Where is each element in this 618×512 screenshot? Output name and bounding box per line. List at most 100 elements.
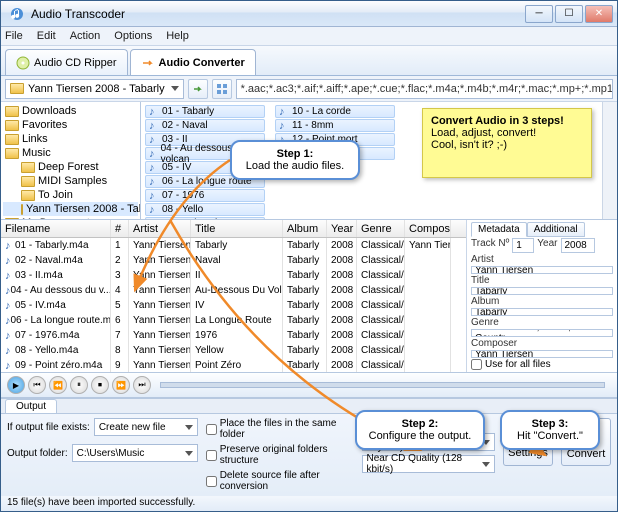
col-year[interactable]: Year: [327, 220, 357, 237]
table-row[interactable]: 01 - Tabarly.m4a1Yann TiersenTabarlyTaba…: [1, 238, 466, 253]
field-album[interactable]: Tabarly: [471, 308, 613, 316]
stop-button[interactable]: ⏹: [91, 376, 109, 394]
sticky-line2: Cool, isn't it? ;-): [431, 139, 507, 151]
folder-icon: [5, 120, 19, 131]
close-button[interactable]: ✕: [585, 5, 613, 23]
tree-deep-forest[interactable]: Deep Forest: [3, 160, 138, 174]
tab-metadata[interactable]: Metadata: [471, 222, 527, 237]
music-icon: [279, 120, 289, 132]
music-icon: [149, 176, 159, 188]
table-row[interactable]: 07 - 1976.m4a7Yann Tiersen1976Tabarly200…: [1, 328, 466, 343]
forward-button[interactable]: ⏩: [112, 376, 130, 394]
tree-downloads[interactable]: Downloads: [3, 104, 138, 118]
folder-icon: [5, 106, 19, 117]
tree-tojoin[interactable]: To Join: [3, 188, 138, 202]
tab-output[interactable]: Output: [5, 399, 57, 413]
label-artist: Artist: [471, 254, 613, 265]
folder-icon: [21, 204, 23, 215]
menu-action[interactable]: Action: [70, 30, 101, 42]
table-row[interactable]: 06 - La longue route.m4a6Yann TiersenLa …: [1, 313, 466, 328]
tree-links[interactable]: Links: [3, 132, 138, 146]
scrollbar[interactable]: [602, 102, 617, 219]
menu-options[interactable]: Options: [114, 30, 152, 42]
field-trackno[interactable]: 1: [512, 238, 534, 253]
window-title: Audio Transcoder: [31, 7, 525, 21]
next-button[interactable]: ⏭: [133, 376, 151, 394]
file-item[interactable]: 07 - 1976: [145, 189, 265, 202]
minimize-button[interactable]: ─: [525, 5, 553, 23]
tree-music[interactable]: Music: [3, 146, 138, 160]
file-item[interactable]: 10 - La corde: [275, 105, 395, 118]
label-genre: Genre: [471, 317, 613, 328]
col-title[interactable]: Title: [191, 220, 283, 237]
tree-favorites[interactable]: Favorites: [3, 118, 138, 132]
field-title[interactable]: Tabarly: [471, 287, 613, 295]
menu-file[interactable]: File: [5, 30, 23, 42]
menu-edit[interactable]: Edit: [37, 30, 56, 42]
menu-help[interactable]: Help: [166, 30, 189, 42]
grid-header: Filename # Artist Title Album Year Genre…: [1, 220, 466, 238]
label-album: Album: [471, 296, 613, 307]
play-button[interactable]: ▶: [7, 376, 25, 394]
pathbar: Yann Tiersen 2008 - Tabarly *.aac;*.ac3;…: [1, 76, 617, 102]
file-item[interactable]: 01 - Tabarly: [145, 105, 265, 118]
field-genre[interactable]: Classical/Folk, World, & Countr: [471, 329, 613, 337]
maximize-button[interactable]: ☐: [555, 5, 583, 23]
filter-box[interactable]: *.aac;*.ac3;*.aif;*.aiff;*.ape;*.cue;*.f…: [236, 79, 613, 99]
file-item[interactable]: 09 - Point zéro: [145, 217, 265, 219]
table-row[interactable]: 09 - Point zéro.m4a9Yann TiersenPoint Zé…: [1, 358, 466, 372]
table-row[interactable]: 05 - IV.m4a5Yann TiersenIVTabarly2008Cla…: [1, 298, 466, 313]
folder-icon: [21, 190, 35, 201]
view-button[interactable]: [212, 79, 232, 99]
rewind-button[interactable]: ⏪: [49, 376, 67, 394]
label-if-exists: If output file exists:: [7, 422, 90, 433]
tab-cd-ripper-label: Audio CD Ripper: [34, 57, 117, 69]
chk-preserve[interactable]: Preserve original folders structure: [206, 444, 354, 466]
field-year[interactable]: 2008: [561, 238, 595, 253]
tab-additional[interactable]: Additional: [527, 222, 585, 237]
select-output-folder[interactable]: C:\Users\Music: [72, 444, 198, 462]
col-filename[interactable]: Filename: [1, 220, 111, 237]
tab-audio-converter[interactable]: Audio Converter: [130, 49, 256, 75]
col-num[interactable]: #: [111, 220, 129, 237]
pause-button[interactable]: ⏸: [70, 376, 88, 394]
table-row[interactable]: 08 - Yello.m4a8Yann TiersenYellowTabarly…: [1, 343, 466, 358]
chk-same-folder[interactable]: Place the files in the same folder: [206, 418, 354, 440]
folder-tree[interactable]: Downloads Favorites Links Music Deep For…: [1, 102, 141, 219]
prev-button[interactable]: ⏮: [28, 376, 46, 394]
music-icon: [5, 315, 11, 327]
tab-cd-ripper[interactable]: Audio CD Ripper: [5, 49, 128, 75]
chk-delete[interactable]: Delete source file after conversion: [206, 470, 354, 492]
file-item[interactable]: 11 - 8mm: [275, 119, 395, 132]
tree-mydocs[interactable]: My Documents: [3, 216, 138, 219]
seek-slider[interactable]: [160, 382, 605, 388]
col-genre[interactable]: Genre: [357, 220, 405, 237]
file-item[interactable]: 02 - Naval: [145, 119, 265, 132]
track-grid[interactable]: Filename # Artist Title Album Year Genre…: [1, 220, 467, 372]
music-icon: [149, 190, 159, 202]
field-artist[interactable]: Yann Tiersen: [471, 266, 613, 274]
label-composer: Composer: [471, 338, 613, 349]
select-if-exists[interactable]: Create new file: [94, 418, 198, 436]
table-row[interactable]: 02 - Naval.m4a2Yann TiersenNavalTabarly2…: [1, 253, 466, 268]
sticky-title: Convert Audio in 3 steps!: [431, 115, 564, 127]
folder-icon: [21, 162, 35, 173]
field-composer[interactable]: Yann Tiersen: [471, 350, 613, 358]
table-row[interactable]: 03 - II.m4a3Yann TiersenIITabarly2008Cla…: [1, 268, 466, 283]
file-item[interactable]: 08 - Yello: [145, 203, 265, 216]
tree-midi[interactable]: MIDI Samples: [3, 174, 138, 188]
folder-path-box[interactable]: Yann Tiersen 2008 - Tabarly: [5, 79, 184, 99]
col-album[interactable]: Album: [283, 220, 327, 237]
select-quality[interactable]: Near CD Quality (128 kbit/s): [362, 455, 496, 473]
chevron-down-icon: [185, 425, 193, 430]
music-icon: [149, 134, 159, 146]
col-artist[interactable]: Artist: [129, 220, 191, 237]
folder-icon: [5, 218, 19, 220]
music-icon: [5, 240, 15, 252]
table-row[interactable]: 04 - Au dessous du v...4Yann TiersenAu-D…: [1, 283, 466, 298]
use-all-checkbox[interactable]: Use for all files: [471, 359, 613, 370]
tree-yann[interactable]: Yann Tiersen 2008 - Tabarly: [3, 202, 138, 216]
file-browser[interactable]: 01 - Tabarly02 - Naval03 - II04 - Au des…: [141, 102, 602, 219]
go-button[interactable]: [188, 79, 208, 99]
col-composer[interactable]: Composer: [405, 220, 451, 237]
